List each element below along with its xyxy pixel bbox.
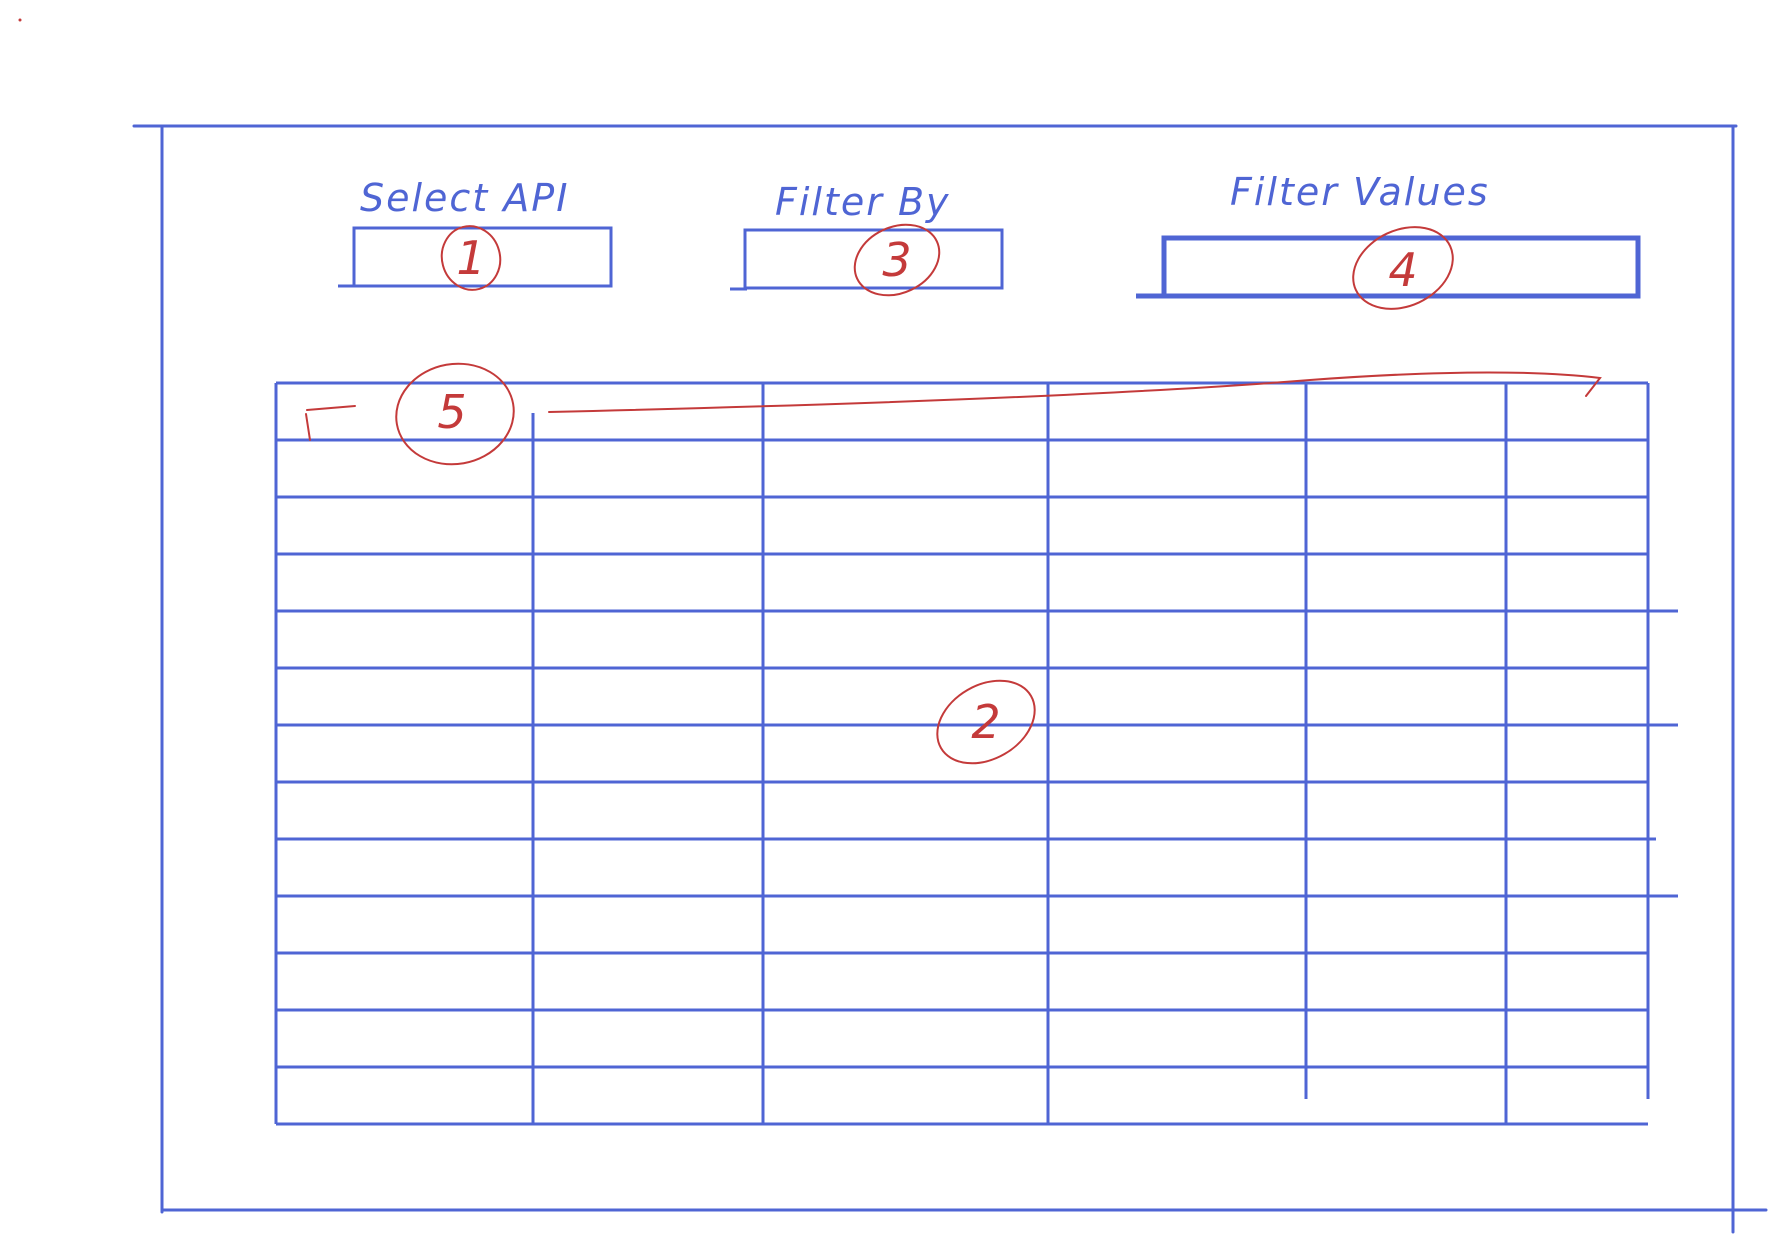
results-table — [274, 381, 1678, 1126]
header-tick-mark — [306, 405, 356, 411]
callout-number-1: 1 — [456, 231, 486, 285]
header-tick-mark-2 — [305, 413, 311, 441]
callout-number-4: 4 — [1388, 243, 1418, 297]
filter-values-label: Filter Values — [1230, 170, 1490, 214]
callout-number-3: 3 — [882, 233, 912, 287]
callout-number-5: 5 — [437, 385, 467, 439]
filter-by-label: Filter By — [775, 180, 951, 224]
select-api-label: Select API — [360, 176, 570, 220]
callout-number-2: 2 — [971, 695, 1001, 749]
filter-values-input-box[interactable] — [1136, 235, 1641, 299]
column-span-arrow — [548, 371, 1602, 413]
wireframe-sketch: Select API Filter By Filter Values 1 3 4… — [0, 0, 1774, 1245]
filter-by-dropdown-box[interactable] — [730, 228, 1004, 291]
stray-dot — [18, 18, 22, 22]
